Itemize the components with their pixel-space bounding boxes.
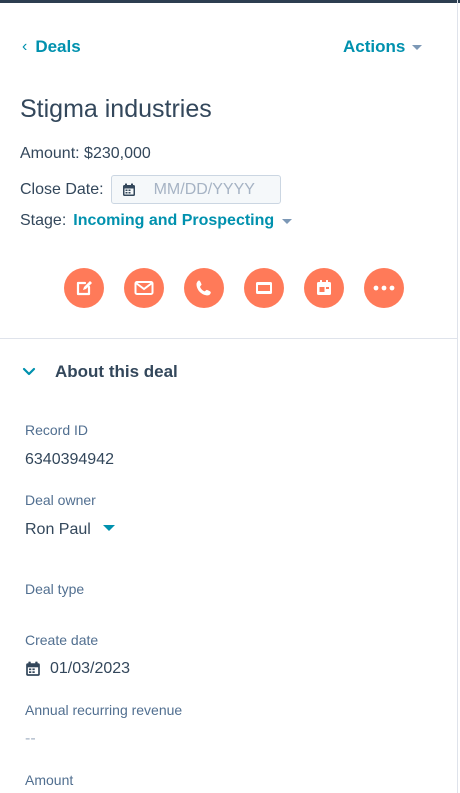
calendar-icon [26, 661, 40, 676]
create-email-button[interactable] [124, 268, 164, 308]
stage-label: Stage: [20, 212, 67, 229]
call-icon [196, 280, 211, 296]
close-date-row: Close Date: MM/DD/YYYY [20, 175, 281, 204]
calendar-icon [122, 183, 135, 196]
amount-row: Amount: $230,000 [20, 144, 151, 164]
task-icon [317, 280, 331, 295]
create-date-field[interactable]: 01/03/2023 [25, 659, 130, 679]
stage-row: Stage: Incoming and Prospecting [20, 211, 293, 231]
close-date-placeholder: MM/DD/YYYY [153, 180, 255, 198]
section-divider [0, 338, 457, 339]
log-activity-button[interactable] [244, 268, 284, 308]
create-date-value: 01/03/2023 [50, 660, 131, 677]
email-icon [134, 281, 154, 295]
about-heading: About this deal [55, 362, 178, 381]
amount-label: Amount: [20, 145, 80, 162]
deal-title: Stigma industries [20, 95, 212, 123]
create-date-label: Create date [25, 632, 99, 648]
record-id-value: 6340394942 [25, 451, 114, 468]
back-label: Deals [35, 37, 81, 56]
stage-dropdown[interactable]: Incoming and Prospecting [73, 211, 293, 231]
create-note-button[interactable] [64, 268, 104, 308]
more-actions-button[interactable] [364, 268, 404, 308]
top-border [0, 0, 460, 3]
actions-label: Actions [343, 37, 406, 56]
deal-type-label: Deal type [25, 581, 85, 597]
more-icon [373, 285, 395, 291]
deal-owner-dropdown[interactable]: Ron Paul [25, 520, 115, 540]
stage-value: Incoming and Prospecting [73, 212, 275, 229]
actions-dropdown[interactable]: Actions [343, 37, 423, 57]
about-section-toggle[interactable]: About this deal [22, 361, 178, 383]
caret-down-icon [102, 525, 115, 532]
note-icon [76, 281, 92, 296]
make-call-button[interactable] [184, 268, 224, 308]
back-to-deals-link[interactable]: ‹ Deals [22, 37, 81, 57]
arr-label: Annual recurring revenue [25, 702, 183, 718]
record-id-label: Record ID [25, 422, 89, 438]
chevron-left-icon: ‹ [22, 38, 28, 55]
deal-owner-label: Deal owner [25, 492, 96, 508]
amount-value: $230,000 [84, 145, 151, 162]
panel-right-border [457, 0, 458, 793]
arr-value[interactable]: -- [25, 729, 36, 749]
caret-down-icon [412, 45, 423, 50]
amount-property-label: Amount [25, 772, 74, 788]
caret-down-icon [282, 218, 293, 224]
create-task-button[interactable] [304, 268, 344, 308]
deal-owner-value: Ron Paul [25, 521, 91, 538]
close-date-label: Close Date: [20, 180, 104, 198]
log-activity-icon [256, 282, 272, 294]
chevron-down-icon [22, 367, 36, 376]
close-date-input[interactable]: MM/DD/YYYY [110, 175, 281, 204]
